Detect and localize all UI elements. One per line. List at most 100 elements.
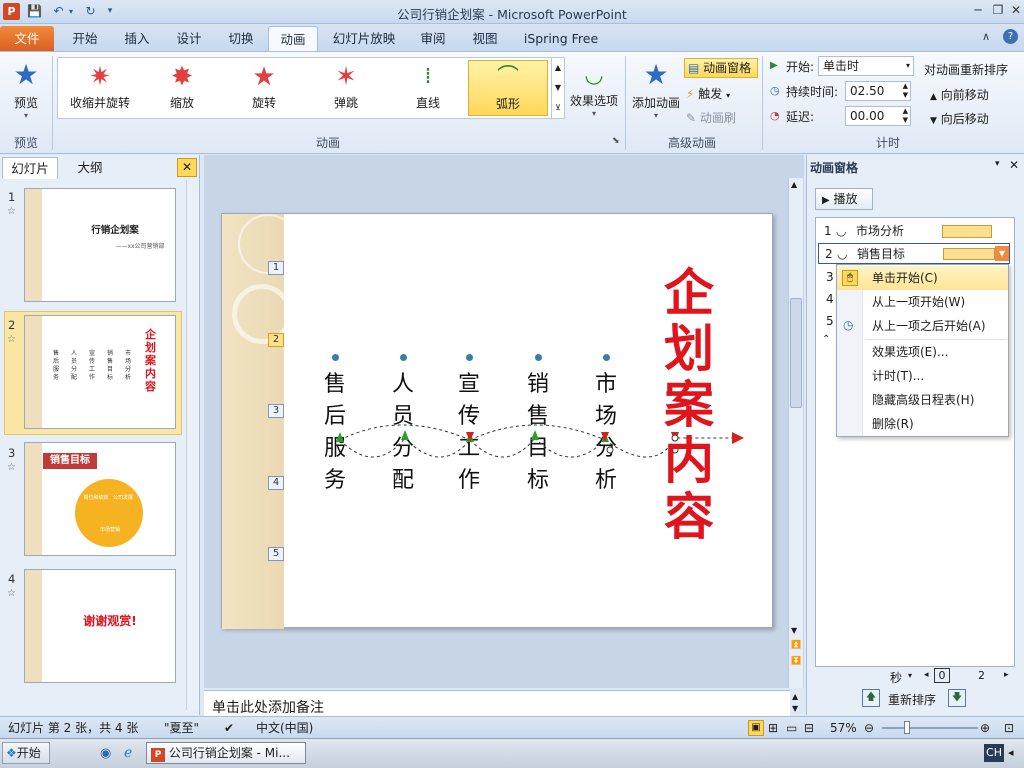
timeline-unit-dropdown-icon[interactable]: ▾ xyxy=(908,671,912,680)
spelling-check-icon[interactable]: ✔ xyxy=(224,717,234,739)
timeline-scroll-left-icon[interactable]: ◂ xyxy=(924,670,929,680)
tab-ispring[interactable]: iSpring Free xyxy=(518,26,604,51)
menu-item-with-previous[interactable]: 从上一项开始(W) xyxy=(837,290,1008,314)
anim-shrink-turn[interactable]: ✷ 收缩并旋转 xyxy=(60,60,140,116)
slideshow-view-icon[interactable]: ⊟ xyxy=(804,717,814,739)
menu-item-hide-timeline[interactable]: 隐藏高级日程表(H) xyxy=(837,388,1008,412)
menu-item-timing[interactable]: 计时(T)... xyxy=(837,364,1008,388)
fit-to-window-icon[interactable]: ⊡ xyxy=(1004,717,1014,739)
scroll-down-icon[interactable]: ▼ xyxy=(791,626,797,635)
zoom-slider-thumb[interactable] xyxy=(904,721,910,734)
slide-thumbnail-4[interactable]: 谢谢观赏! xyxy=(24,569,176,683)
restore-button[interactable]: ❐ xyxy=(988,1,1008,19)
slide-title-vertical[interactable]: 企划案内容 xyxy=(660,265,718,545)
anim-marker[interactable]: 3 xyxy=(268,404,284,418)
dialog-launcher-icon[interactable]: ⬊ xyxy=(612,136,620,146)
reading-view-icon[interactable]: ▭ xyxy=(786,717,797,739)
timeline-scroll-right-icon[interactable]: ▸ xyxy=(1004,670,1009,680)
ribbon-collapse-icon[interactable]: ∧ xyxy=(982,30,996,44)
spinner-arrows-icon[interactable]: ▲ ▼ xyxy=(903,82,908,100)
notes-pane[interactable]: 单击此处添加备注 xyxy=(204,690,790,716)
close-pane-icon[interactable]: ✕ xyxy=(177,158,197,177)
minimize-button[interactable]: ─ xyxy=(968,1,988,19)
scroll-up-icon[interactable]: ▲ xyxy=(791,180,797,189)
notes-scroll-up-icon[interactable]: ▲ xyxy=(792,692,798,701)
anim-marker[interactable]: 1 xyxy=(268,261,284,275)
start-select[interactable]: 单击时 ▾ xyxy=(818,56,914,76)
zoom-in-icon[interactable]: ⊕ xyxy=(980,717,990,739)
scroll-thumb[interactable] xyxy=(790,298,802,408)
tab-review[interactable]: 审阅 xyxy=(410,26,456,51)
ie-icon[interactable]: ℯ xyxy=(124,745,132,761)
effect-options-button[interactable]: ◡ 效果选项 ▾ xyxy=(568,60,620,130)
delay-spinner[interactable]: 00.00 ▲ ▼ xyxy=(845,106,911,126)
move-later-button[interactable]: ▼ 向后移动 xyxy=(930,110,989,127)
close-pane-icon[interactable]: ✕ xyxy=(1009,158,1019,172)
slide-sorter-icon[interactable]: ⊞ xyxy=(768,717,778,739)
menu-item-after-previous[interactable]: 从上一项之后开始(A) xyxy=(837,314,1008,338)
anim-item-1[interactable]: 1 ◡ 市场分析 xyxy=(818,221,1010,242)
tab-home[interactable]: 开始 xyxy=(62,26,108,51)
gallery-more-icon[interactable]: ⊻ xyxy=(551,98,564,118)
zoom-slider[interactable] xyxy=(882,727,978,729)
slides-pane-scrollbar[interactable] xyxy=(186,180,199,710)
gallery-scroll-up-icon[interactable]: ▲ xyxy=(551,58,564,78)
spinner-arrows-icon[interactable]: ▲ ▼ xyxy=(903,107,908,125)
previous-slide-icon[interactable]: ⏫ xyxy=(791,640,801,649)
slide-scrollbar[interactable]: ▲ ▼ ⏫ ⏬ xyxy=(788,178,803,688)
tray-icon[interactable]: ◂ xyxy=(1008,746,1014,759)
animation-pane-button[interactable]: ▤ 动画窗格 xyxy=(684,58,758,78)
anim-zoom[interactable]: ✸ 缩放 xyxy=(142,60,222,116)
anim-label: 旋转 xyxy=(251,96,276,110)
anim-marker[interactable]: 5 xyxy=(268,547,284,561)
move-earlier-button[interactable]: ▲ 向前移动 xyxy=(930,86,989,103)
start-button[interactable]: ❖开始 xyxy=(2,742,50,764)
zoom-out-icon[interactable]: ⊖ xyxy=(864,717,874,739)
reorder-up-button[interactable]: 🡅 xyxy=(862,689,880,707)
preview-button[interactable]: ★ 预览 ▾ xyxy=(4,56,48,128)
anim-arc-path[interactable]: ⌒ 弧形 xyxy=(468,60,548,116)
tab-animations[interactable]: 动画 xyxy=(268,26,318,51)
gallery-scroll-down-icon[interactable]: ▼ xyxy=(551,78,564,98)
language[interactable]: 中文(中国) xyxy=(256,717,313,739)
menu-item-on-click[interactable]: 单击开始(C) xyxy=(837,266,1008,290)
bounce-icon: ✶ xyxy=(335,62,357,92)
tab-insert[interactable]: 插入 xyxy=(114,26,160,51)
item-dropdown-icon[interactable]: ▼ xyxy=(995,246,1009,261)
slide-thumbnail-2[interactable]: 企划案内容 售后服务 人员分配 宣传工作 销售目标 市场分析 xyxy=(24,315,176,429)
anim-line-path[interactable]: ⁞ 直线 xyxy=(388,60,468,116)
expand-icon[interactable]: ⌃ xyxy=(822,334,830,345)
reorder-down-button[interactable]: 🡇 xyxy=(948,689,966,707)
notes-scroll-down-icon[interactable]: ▼ xyxy=(792,704,798,713)
tab-slideshow[interactable]: 幻灯片放映 xyxy=(326,26,402,51)
tab-design[interactable]: 设计 xyxy=(166,26,212,51)
slide-thumbnail-1[interactable]: 行销企划案 ——xx公司营销部 xyxy=(24,188,176,302)
tab-slides[interactable]: 幻灯片 xyxy=(2,157,58,179)
tab-transitions[interactable]: 切换 xyxy=(218,26,264,51)
tab-outline[interactable]: 大纲 xyxy=(62,157,118,179)
quicklaunch-icon[interactable]: ◉ xyxy=(100,746,111,761)
add-animation-button[interactable]: ★ 添加动画 ▾ xyxy=(629,56,683,130)
anim-marker[interactable]: 4 xyxy=(268,476,284,490)
next-slide-icon[interactable]: ⏬ xyxy=(791,656,801,665)
menu-item-delete[interactable]: 删除(R) xyxy=(837,412,1008,436)
close-window-button[interactable]: ✕ xyxy=(1006,1,1024,19)
slide-thumbnail-3[interactable]: 销售目标 岗位和绩效 公司发展 市场营销 xyxy=(24,442,176,556)
zoom-level[interactable]: 57% xyxy=(830,717,857,739)
normal-view-icon[interactable]: ▣ xyxy=(748,720,764,736)
duration-spinner[interactable]: 02.50 ▲ ▼ xyxy=(845,81,911,101)
tab-file[interactable]: 文件 xyxy=(0,26,54,51)
anim-marker-selected[interactable]: 2 xyxy=(268,333,284,347)
play-button[interactable]: ▶ 播放 xyxy=(815,188,873,210)
pane-options-icon[interactable]: ▾ xyxy=(995,159,1000,169)
tab-view[interactable]: 视图 xyxy=(462,26,508,51)
anim-bounce[interactable]: ✶ 弹跳 xyxy=(306,60,386,116)
anim-item-2-selected[interactable]: 2 ◡ 销售目标 ▼ xyxy=(818,243,1010,264)
ime-indicator[interactable]: CH xyxy=(984,744,1004,762)
animation-painter-button[interactable]: ✎ 动画刷 xyxy=(686,108,756,128)
trigger-button[interactable]: ⚡ 触发 ▾ xyxy=(686,84,756,104)
anim-spin[interactable]: ★ 旋转 xyxy=(224,60,304,116)
help-icon[interactable]: ? xyxy=(1003,29,1018,44)
taskbar-powerpoint-button[interactable]: P 公司行销企划案 - Mi... xyxy=(146,742,306,764)
menu-item-effect-options[interactable]: 效果选项(E)... xyxy=(837,340,1008,364)
